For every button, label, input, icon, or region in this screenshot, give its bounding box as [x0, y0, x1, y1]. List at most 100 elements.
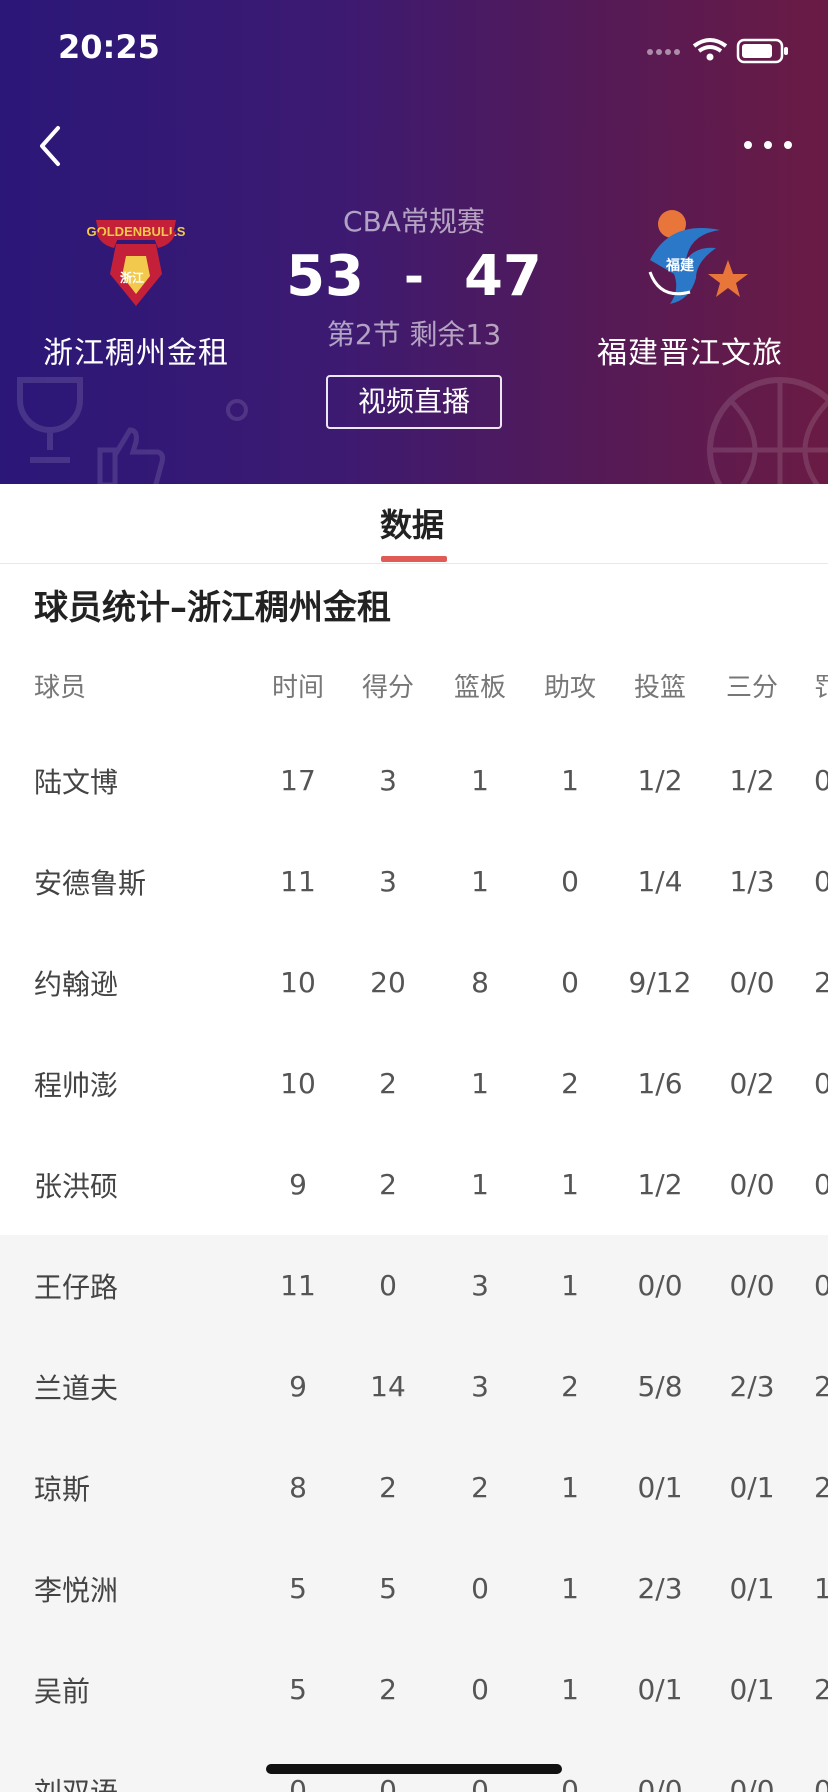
stat-cell: 20: [370, 966, 406, 999]
stat-cell: 10: [280, 1067, 316, 1100]
player-name: 琼斯: [34, 1472, 91, 1506]
stat-cell: 3: [379, 865, 397, 898]
stat-cell: 1: [471, 1168, 489, 1201]
home-indicator: [266, 1764, 562, 1774]
column-header: 得分: [361, 672, 414, 703]
stat-cell: 1: [814, 1572, 828, 1605]
stat-cell: 8: [471, 966, 489, 999]
home-logo-sub: 浙江: [120, 270, 144, 285]
stat-cell: 0: [814, 764, 828, 797]
circle-decoration-icon: [226, 399, 248, 421]
stat-cell: 5: [289, 1572, 307, 1605]
stat-cell: 2: [814, 1370, 828, 1403]
score-separator: -: [404, 248, 424, 305]
stat-cell: 5/8: [637, 1370, 683, 1403]
away-team[interactable]: 福建 福建晋江文旅: [570, 200, 810, 372]
home-score: 53: [286, 244, 365, 309]
signal-icon: [647, 49, 680, 55]
stat-cell: 2: [379, 1471, 397, 1504]
video-live-button[interactable]: 视频直播: [326, 375, 502, 429]
stat-cell: 0: [814, 1168, 828, 1201]
player-name: 陆文博: [34, 765, 119, 799]
stat-cell: 1: [471, 1067, 489, 1100]
player-stats-table: 球员 时间 得分 篮板 助攻 投篮 三分 罚 陆文博 17 3 1 1 1/2 1/2 0 安德…: [0, 640, 828, 1792]
column-header: 罚: [814, 672, 828, 703]
player-name: 吴前: [34, 1674, 91, 1708]
player-name: 约翰逊: [34, 967, 119, 1001]
column-header: 三分: [725, 672, 778, 703]
stat-cell: 1: [471, 865, 489, 898]
player-name: 安德鲁斯: [34, 866, 147, 900]
more-dots-icon[interactable]: [738, 130, 798, 160]
stat-cell: 14: [370, 1370, 406, 1403]
stat-cell: 0: [814, 865, 828, 898]
stat-cell: 1: [561, 764, 579, 797]
stat-cell: 0: [379, 1269, 397, 1302]
stat-cell: 0/0: [729, 1774, 775, 1792]
stat-cell: 0/1: [637, 1471, 683, 1504]
thumbs-up-decoration-icon: [97, 427, 165, 484]
stat-cell: 2: [379, 1168, 397, 1201]
table-row[interactable]: 琼斯 8 2 2 1 0/1 0/1 2: [0, 1437, 828, 1538]
stat-cell: 2/3: [637, 1572, 683, 1605]
stat-cell: 0/0: [729, 966, 775, 999]
player-name: 兰道夫: [34, 1371, 119, 1405]
table-row[interactable]: 吴前 5 2 0 1 0/1 0/1 2: [0, 1639, 828, 1740]
wifi-icon: [692, 38, 728, 61]
player-name: 程帅澎: [34, 1068, 119, 1102]
stat-cell: 0/1: [729, 1572, 775, 1605]
home-team[interactable]: GOLDENBULLS 浙江 浙江稠州金租: [16, 200, 256, 372]
battery-icon: [736, 38, 788, 64]
game-header: 20:25 GOLDENBULLS 浙江 浙江稠州金租 CBA常规赛 53 - …: [0, 0, 828, 484]
stat-cell: 0/0: [729, 1168, 775, 1201]
home-team-logo: GOLDENBULLS 浙江: [87, 220, 186, 306]
table-row[interactable]: 李悦洲 5 5 0 1 2/3 0/1 1: [0, 1538, 828, 1639]
stat-cell: 0: [561, 865, 579, 898]
stat-cell: 8: [289, 1471, 307, 1504]
stat-cell: 1: [561, 1471, 579, 1504]
column-header: 投篮: [633, 672, 686, 703]
stat-cell: 1/2: [637, 764, 683, 797]
stat-cell: 2: [379, 1067, 397, 1100]
stat-cell: 0/0: [637, 1269, 683, 1302]
stat-cell: 2: [814, 966, 828, 999]
away-team-name: 福建晋江文旅: [597, 336, 783, 371]
tab-data[interactable]: 数据: [380, 500, 444, 546]
away-logo-text: 福建: [665, 257, 694, 274]
stat-cell: 0/0: [729, 1269, 775, 1302]
stat-cell: 2: [561, 1370, 579, 1403]
column-header: 助攻: [543, 672, 596, 703]
stat-cell: 10: [280, 966, 316, 999]
stat-cell: 1: [561, 1572, 579, 1605]
stat-cell: 3: [379, 764, 397, 797]
stat-cell: 9: [289, 1370, 307, 1403]
stat-cell: 5: [379, 1572, 397, 1605]
stat-cell: 0/0: [637, 1774, 683, 1792]
home-team-name: 浙江稠州金租: [43, 336, 229, 371]
player-name: 李悦洲: [34, 1573, 119, 1607]
table-row[interactable]: 王仔路 11 0 3 1 0/0 0/0 0: [0, 1235, 828, 1336]
stat-cell: 0: [471, 1673, 489, 1706]
stat-cell: 1/2: [729, 764, 775, 797]
table-row[interactable]: 张洪硕 9 2 1 1 1/2 0/0 0: [0, 1134, 828, 1235]
table-body: 陆文博 17 3 1 1 1/2 1/2 0 安德鲁斯 11 3 1 0 1/4 1/3 0 约翰逊 10 20 8 0…: [0, 730, 828, 1792]
chevron-left-icon[interactable]: [30, 120, 70, 172]
stat-cell: 1: [471, 764, 489, 797]
score-panel: CBA常规赛 53 - 47 第2节 剩余13 视频直播: [264, 200, 564, 429]
away-team-logo: 福建: [648, 210, 748, 304]
section-title: 球员统计–浙江稠州金租: [34, 588, 391, 628]
stat-cell: 2: [379, 1673, 397, 1706]
stat-cell: 2/3: [729, 1370, 775, 1403]
stat-cell: 9: [289, 1168, 307, 1201]
table-row[interactable]: 兰道夫 9 14 3 2 5/8 2/3 2: [0, 1336, 828, 1437]
table-row[interactable]: 约翰逊 10 20 8 0 9/12 0/0 2: [0, 932, 828, 1033]
stat-cell: 11: [280, 1269, 316, 1302]
table-row[interactable]: 陆文博 17 3 1 1 1/2 1/2 0: [0, 730, 828, 831]
table-row[interactable]: 安德鲁斯 11 3 1 0 1/4 1/3 0: [0, 831, 828, 932]
table-header-row: 球员 时间 得分 篮板 助攻 投篮 三分 罚: [0, 640, 828, 730]
stat-cell: 1/6: [637, 1067, 683, 1100]
stat-cell: 0: [471, 1572, 489, 1605]
stat-cell: 0/2: [729, 1067, 775, 1100]
table-row[interactable]: 程帅澎 10 2 1 2 1/6 0/2 0: [0, 1033, 828, 1134]
stat-cell: 1: [561, 1168, 579, 1201]
